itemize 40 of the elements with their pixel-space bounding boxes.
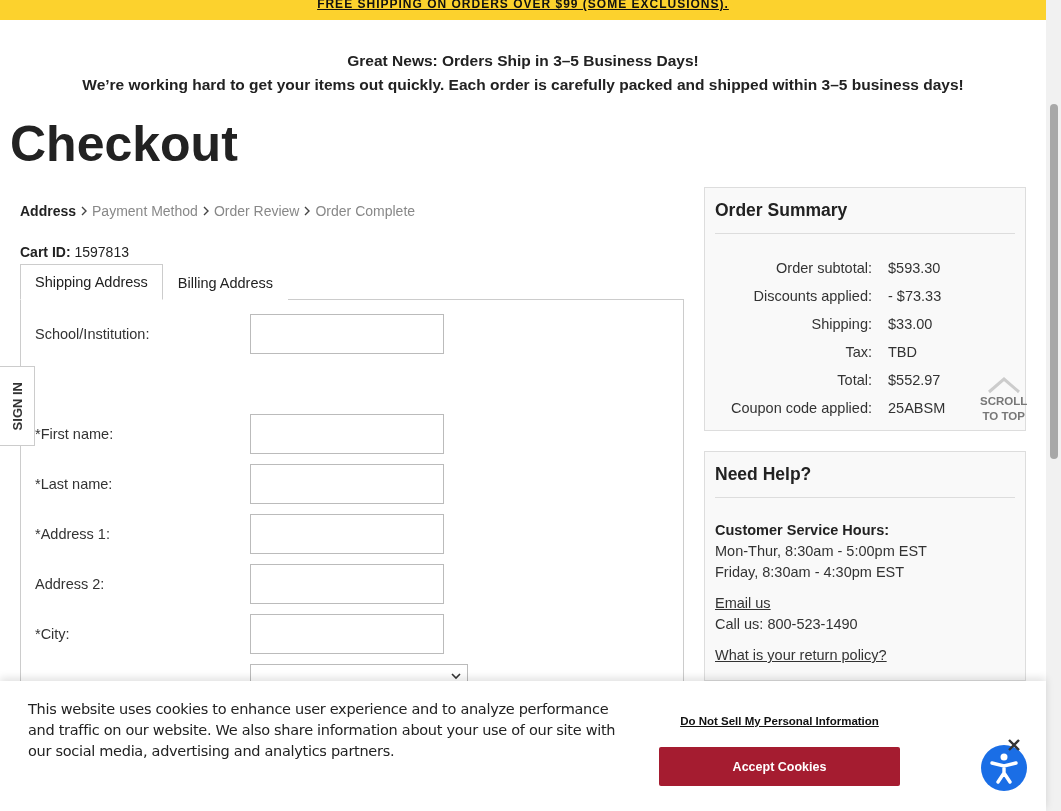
cart-id: Cart ID: 1597813 [20,244,130,260]
sign-in-tab[interactable]: SIGN IN [0,366,35,446]
panel-title: Need Help? [715,464,1015,498]
summary-value: - $73.33 [888,288,943,304]
summary-value: $552.97 [888,372,942,388]
address-tab[interactable]: Shipping Address [20,264,163,300]
panel-title: Order Summary [715,200,1015,234]
summary-label: Discounts applied: [752,288,872,304]
scroll-to-top-button[interactable]: SCROLL TO TOP [980,376,1028,424]
summary-label: Shipping: [810,316,872,332]
notice-title: Great News: Orders Ship in 3–5 Business Days! [347,52,699,70]
phone-text: Call us: 800-523-1490 [715,615,859,634]
field-label: *Address 1: [35,526,111,542]
breadcrumb-step[interactable]: Order Complete [315,203,416,219]
summary-value: TBD [888,344,918,360]
summary-value: $33.00 [888,316,934,332]
field-label: School/Institution: [35,326,151,342]
do-not-sell-link[interactable]: Do Not Sell My Personal Information [680,715,879,727]
field-label: *Last name: [35,476,114,492]
summary-value: $593.30 [888,260,942,276]
hours-text: Friday, 8:30am - 4:30pm EST [715,563,906,582]
field-label: *First name: [35,426,115,442]
email-link[interactable]: Email us [715,593,771,614]
return-policy-link[interactable]: What is your return policy? [715,645,887,666]
cookie-text: This website uses cookies to enhance user experience and to analyze performance and traffic on our website. We also share information about your use of our site with our social media, advertising and analytics partners. [28,700,617,761]
breadcrumb-step[interactable]: Payment Method [92,203,198,219]
notice-text: We’re working hard to get your items out quickly. Each order is carefully packed and shipped within 3–5 business days! [82,76,964,94]
summary-value: 25ABSM [888,400,946,416]
hours-heading: Customer Service Hours: [715,521,891,540]
breadcrumb-step[interactable]: Address [20,203,77,219]
field-label: Address 2: [35,576,106,592]
page-title: Checkout [10,115,239,174]
summary-label: Order subtotal: [775,260,872,276]
breadcrumb-step[interactable]: Order Review [213,203,300,219]
summary-label: Tax: [844,344,872,360]
accept-cookies-button[interactable]: Accept Cookies [659,747,900,786]
summary-label: Coupon code applied: [729,400,872,416]
field-label: *City: [35,626,71,642]
summary-label: Total: [836,372,872,388]
hours-text: Mon-Thur, 8:30am - 5:00pm EST [715,542,928,561]
